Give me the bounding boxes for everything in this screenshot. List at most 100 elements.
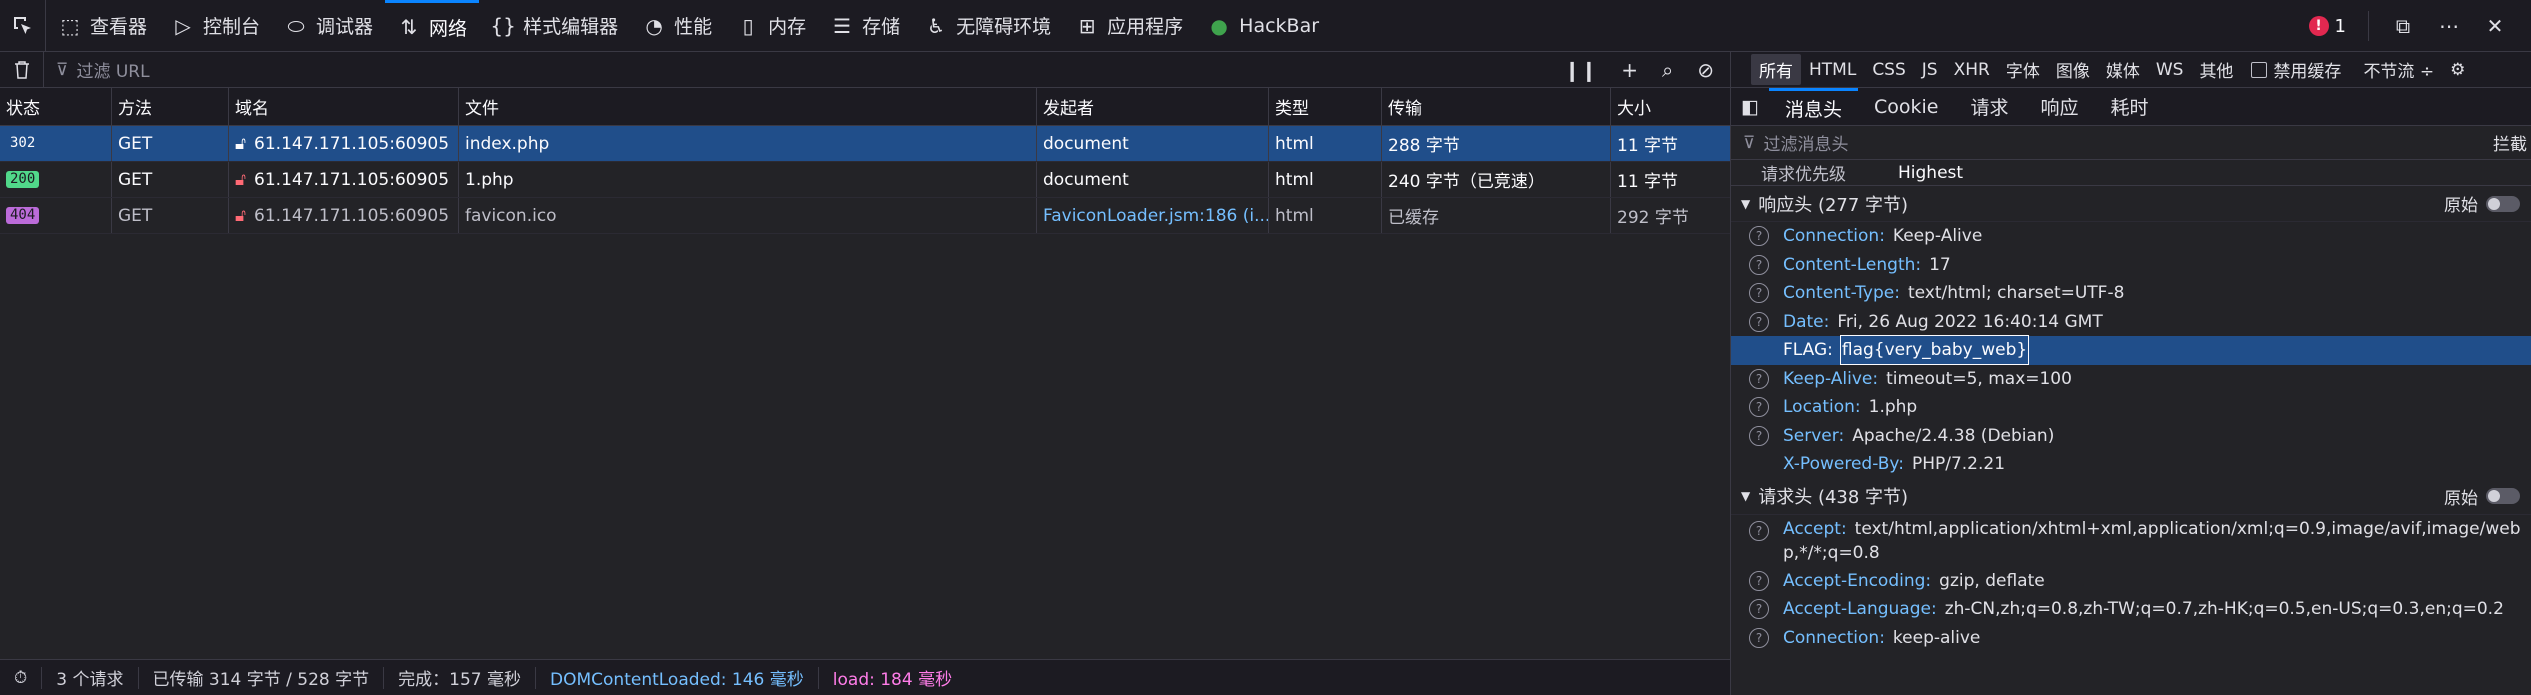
- header-value-selection[interactable]: flag{very_baby_web}: [1839, 335, 2030, 365]
- tab-console[interactable]: ▷ 控制台: [159, 0, 272, 52]
- header-row[interactable]: ? Accept-Language: zh-CN,zh;q=0.8,zh-TW;q=…: [1731, 595, 2531, 624]
- block-button[interactable]: 拦截: [2493, 130, 2531, 155]
- headers-filter-input[interactable]: ⊽ 过滤消息头 拦截: [1731, 126, 2531, 160]
- help-icon[interactable]: ?: [1749, 226, 1769, 246]
- column-size[interactable]: 大小: [1611, 88, 1730, 125]
- header-row[interactable]: ? Accept-Encoding: gzip, deflate: [1731, 567, 2531, 596]
- request-details-panel: 所有 HTML CSS JS XHR 字体 图像 媒体 WS 其他 禁用缓存 不…: [1730, 52, 2531, 695]
- section-title: 响应头 (277 字节): [1758, 194, 1909, 216]
- type-filter-html[interactable]: HTML: [1801, 57, 1864, 83]
- more-options-icon[interactable]: ⋯: [2437, 14, 2461, 38]
- type-cell: html: [1269, 198, 1382, 233]
- initiator-link[interactable]: FaviconLoader.jsm:186 (i...: [1037, 198, 1269, 233]
- column-transfer[interactable]: 传输: [1382, 88, 1611, 125]
- filter-icon: ⊽: [56, 59, 69, 80]
- help-icon[interactable]: ?: [1749, 520, 1769, 541]
- help-icon[interactable]: ?: [1749, 311, 1769, 332]
- status-badge: 200: [6, 171, 40, 188]
- method-cell: GET: [112, 198, 229, 233]
- tab-cookies[interactable]: Cookie: [1858, 88, 1955, 126]
- header-name: Date:: [1783, 311, 1830, 332]
- tab-inspector[interactable]: ⬚ 查看器: [46, 0, 159, 52]
- raw-label: 原始: [2444, 488, 2478, 509]
- type-filter-images[interactable]: 图像: [2048, 54, 2098, 85]
- type-filter-xhr[interactable]: XHR: [1946, 57, 1998, 83]
- size-cell: 11 字节: [1617, 172, 1679, 192]
- request-headers-section[interactable]: ▼ 请求头 (438 字节) 原始: [1731, 478, 2531, 515]
- help-icon[interactable]: ?: [1749, 627, 1769, 648]
- performance-analysis-button[interactable]: ⏱: [0, 666, 43, 689]
- column-status[interactable]: 状态: [0, 88, 112, 125]
- url-filter-input[interactable]: ⊽ 过滤 URL: [44, 57, 1564, 83]
- help-icon[interactable]: ?: [1749, 254, 1769, 275]
- add-icon[interactable]: +: [1621, 58, 1638, 82]
- tab-network[interactable]: ⇅ 网络: [385, 0, 480, 52]
- type-filter-other[interactable]: 其他: [2191, 54, 2241, 85]
- help-icon[interactable]: ?: [1749, 425, 1769, 446]
- column-domain[interactable]: 域名: [229, 88, 459, 125]
- header-row[interactable]: ? Accept: text/html,application/xhtml+xml,…: [1731, 515, 2531, 567]
- header-row[interactable]: ? Content-Length: 17: [1731, 251, 2531, 280]
- response-headers-section[interactable]: ▼ 响应头 (277 字节) 原始: [1731, 186, 2531, 222]
- header-value: timeout=5, max=100: [1886, 368, 2072, 389]
- header-row-selected[interactable]: FLAG: flag{very_baby_web}: [1731, 335, 2531, 365]
- header-row[interactable]: ? Server: Apache/2.4.38 (Debian): [1731, 422, 2531, 451]
- header-name: Accept-Encoding:: [1783, 570, 1932, 591]
- tab-hackbar[interactable]: ● HackBar: [1195, 0, 1331, 52]
- tab-accessibility[interactable]: ♿ 无障碍环境: [912, 0, 1063, 52]
- header-row[interactable]: ? Connection: keep-alive: [1731, 624, 2531, 653]
- close-icon[interactable]: ✕: [2483, 14, 2507, 38]
- help-icon[interactable]: ?: [1749, 570, 1769, 591]
- header-value: Fri, 26 Aug 2022 16:40:14 GMT: [1837, 311, 2103, 332]
- pause-icon[interactable]: ❙❙: [1564, 58, 1598, 82]
- tab-timings[interactable]: 耗时: [2095, 88, 2165, 126]
- settings-icon[interactable]: ⚙: [2442, 57, 2473, 83]
- help-icon[interactable]: ?: [1749, 368, 1769, 389]
- clear-button[interactable]: [0, 51, 44, 88]
- help-icon[interactable]: ?: [1749, 397, 1769, 417]
- help-icon[interactable]: ?: [1749, 283, 1769, 303]
- element-picker-button[interactable]: [0, 0, 46, 52]
- status-badge: 302: [10, 135, 36, 151]
- header-row[interactable]: ? Connection: Keep-Alive: [1731, 222, 2531, 251]
- search-icon[interactable]: ⌕: [1662, 58, 1673, 82]
- type-filter-css[interactable]: CSS: [1864, 57, 1913, 83]
- type-filter-all[interactable]: 所有: [1751, 54, 1801, 85]
- type-filter-media[interactable]: 媒体: [2098, 54, 2148, 85]
- tab-storage[interactable]: ☰ 存储: [818, 0, 912, 52]
- header-row[interactable]: ? Keep-Alive: timeout=5, max=100: [1731, 365, 2531, 394]
- throttle-select[interactable]: 不节流 ÷: [2355, 54, 2442, 85]
- error-count-badge[interactable]: ! 1: [2308, 16, 2346, 37]
- tab-application[interactable]: ⊞ 应用程序: [1063, 0, 1195, 52]
- table-row[interactable]: 404 GET 🔓︎ 61.147.171.105:60905 favicon.i…: [0, 198, 1730, 234]
- column-file[interactable]: 文件: [459, 88, 1037, 125]
- type-filter-ws[interactable]: WS: [2148, 57, 2192, 83]
- disable-cache-checkbox[interactable]: 禁用缓存: [2251, 57, 2341, 82]
- tab-response[interactable]: 响应: [2024, 88, 2094, 126]
- type-filter-js[interactable]: JS: [1914, 57, 1946, 83]
- column-type[interactable]: 类型: [1269, 88, 1382, 125]
- help-icon[interactable]: ?: [1749, 599, 1769, 619]
- dock-icon[interactable]: ⧉: [2391, 14, 2415, 38]
- raw-toggle[interactable]: 原始: [2444, 191, 2531, 216]
- column-method[interactable]: 方法: [112, 88, 229, 125]
- tab-performance[interactable]: ◔ 性能: [630, 0, 724, 52]
- header-row[interactable]: X-Powered-By: PHP/7.2.21: [1731, 450, 2531, 479]
- request-table-header: 状态 方法 域名 文件 发起者 类型 传输 大小: [0, 88, 1730, 126]
- tab-memory[interactable]: ▯ 内存: [724, 0, 818, 52]
- header-row[interactable]: ? Date: Fri, 26 Aug 2022 16:40:14 GMT: [1731, 308, 2531, 337]
- type-filter-fonts[interactable]: 字体: [1998, 54, 2048, 85]
- header-row[interactable]: ? Content-Type: text/html; charset=UTF-8: [1731, 279, 2531, 308]
- block-icon[interactable]: ⊘: [1697, 58, 1714, 82]
- tab-headers[interactable]: 消息头: [1768, 87, 1858, 126]
- raw-toggle[interactable]: 原始: [2444, 484, 2531, 509]
- toggle-sidebar-icon[interactable]: ◧: [1731, 88, 1769, 126]
- table-row[interactable]: 200 GET 🔓︎ 61.147.171.105:60905 1.php doc…: [0, 162, 1730, 198]
- method-cell: GET: [112, 126, 229, 161]
- tab-request[interactable]: 请求: [1954, 88, 2024, 126]
- tab-style-editor[interactable]: {} 样式编辑器: [479, 0, 630, 52]
- table-row[interactable]: 302 GET 🔓︎ 61.147.171.105:60905 index.php…: [0, 126, 1730, 162]
- header-row[interactable]: ? Location: 1.php: [1731, 393, 2531, 422]
- tab-debugger[interactable]: ⬭ 调试器: [272, 0, 385, 52]
- column-initiator[interactable]: 发起者: [1037, 88, 1269, 125]
